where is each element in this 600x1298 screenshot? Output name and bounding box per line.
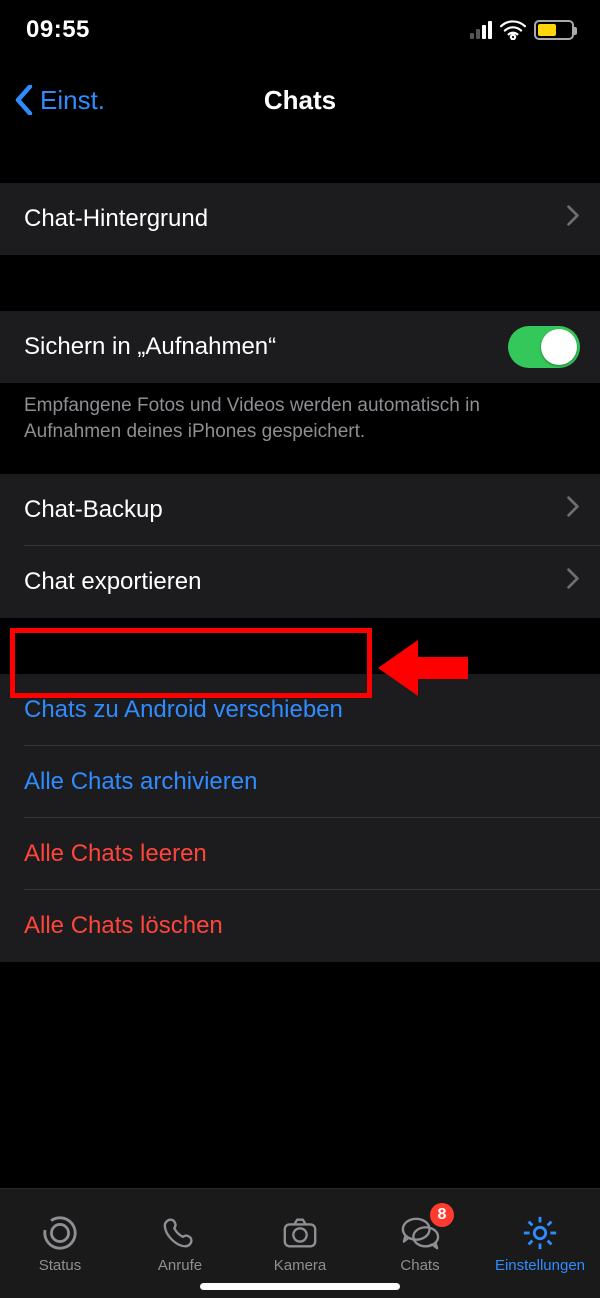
gear-icon [519, 1214, 561, 1252]
wifi-icon [500, 20, 526, 40]
battery-icon [534, 20, 574, 40]
row-label: Chats zu Android verschieben [24, 696, 343, 724]
status-icon [39, 1214, 81, 1252]
tab-status[interactable]: Status [0, 1189, 120, 1298]
tab-camera[interactable]: Kamera [240, 1189, 360, 1298]
status-time: 09:55 [26, 16, 90, 44]
status-indicators [470, 20, 574, 40]
camera-icon [279, 1214, 321, 1252]
chats-badge: 8 [430, 1203, 454, 1227]
row-label: Chat-Backup [24, 496, 163, 524]
delete-all-row[interactable]: Alle Chats löschen [0, 890, 600, 962]
archive-all-row[interactable]: Alle Chats archivieren [0, 746, 600, 818]
row-label: Alle Chats löschen [24, 912, 223, 940]
row-label: Chat-Hintergrund [24, 205, 208, 233]
chevron-right-icon [566, 496, 580, 525]
tab-bar: Status Anrufe Kamera 8 Chats Einstellung… [0, 1188, 600, 1298]
row-label: Sichern in „Aufnahmen“ [24, 333, 276, 361]
move-to-android-row[interactable]: Chats zu Android verschieben [0, 674, 600, 746]
export-chat-row[interactable]: Chat exportieren [0, 546, 600, 618]
tab-label: Chats [400, 1257, 439, 1274]
chevron-left-icon [14, 85, 34, 115]
tab-settings[interactable]: Einstellungen [480, 1189, 600, 1298]
chevron-right-icon [566, 205, 580, 234]
chat-backup-row[interactable]: Chat-Backup [0, 474, 600, 546]
row-label: Alle Chats archivieren [24, 768, 257, 796]
status-bar: 09:55 [0, 0, 600, 60]
back-button[interactable]: Einst. [14, 70, 105, 130]
phone-icon [159, 1214, 201, 1252]
navigation-bar: Einst. Chats [0, 70, 600, 130]
settings-list: Chat-Hintergrund Sichern in „Aufnahmen“ … [0, 135, 600, 1188]
row-label: Alle Chats leeren [24, 840, 207, 868]
page-title: Chats [264, 85, 336, 116]
tab-calls[interactable]: Anrufe [120, 1189, 240, 1298]
save-media-footer: Empfangene Fotos und Videos werden autom… [0, 383, 600, 444]
home-indicator[interactable] [200, 1283, 400, 1290]
save-media-toggle[interactable] [508, 326, 580, 368]
tab-label: Kamera [274, 1257, 327, 1274]
save-to-camera-roll-row[interactable]: Sichern in „Aufnahmen“ [0, 311, 600, 383]
cellular-signal-icon [470, 21, 492, 39]
tab-label: Anrufe [158, 1257, 202, 1274]
chat-wallpaper-row[interactable]: Chat-Hintergrund [0, 183, 600, 255]
tab-chats[interactable]: 8 Chats [360, 1189, 480, 1298]
clear-all-row[interactable]: Alle Chats leeren [0, 818, 600, 890]
chevron-right-icon [566, 568, 580, 597]
tab-label: Einstellungen [495, 1257, 585, 1274]
back-label: Einst. [40, 85, 105, 116]
tab-label: Status [39, 1257, 82, 1274]
row-label: Chat exportieren [24, 568, 201, 596]
